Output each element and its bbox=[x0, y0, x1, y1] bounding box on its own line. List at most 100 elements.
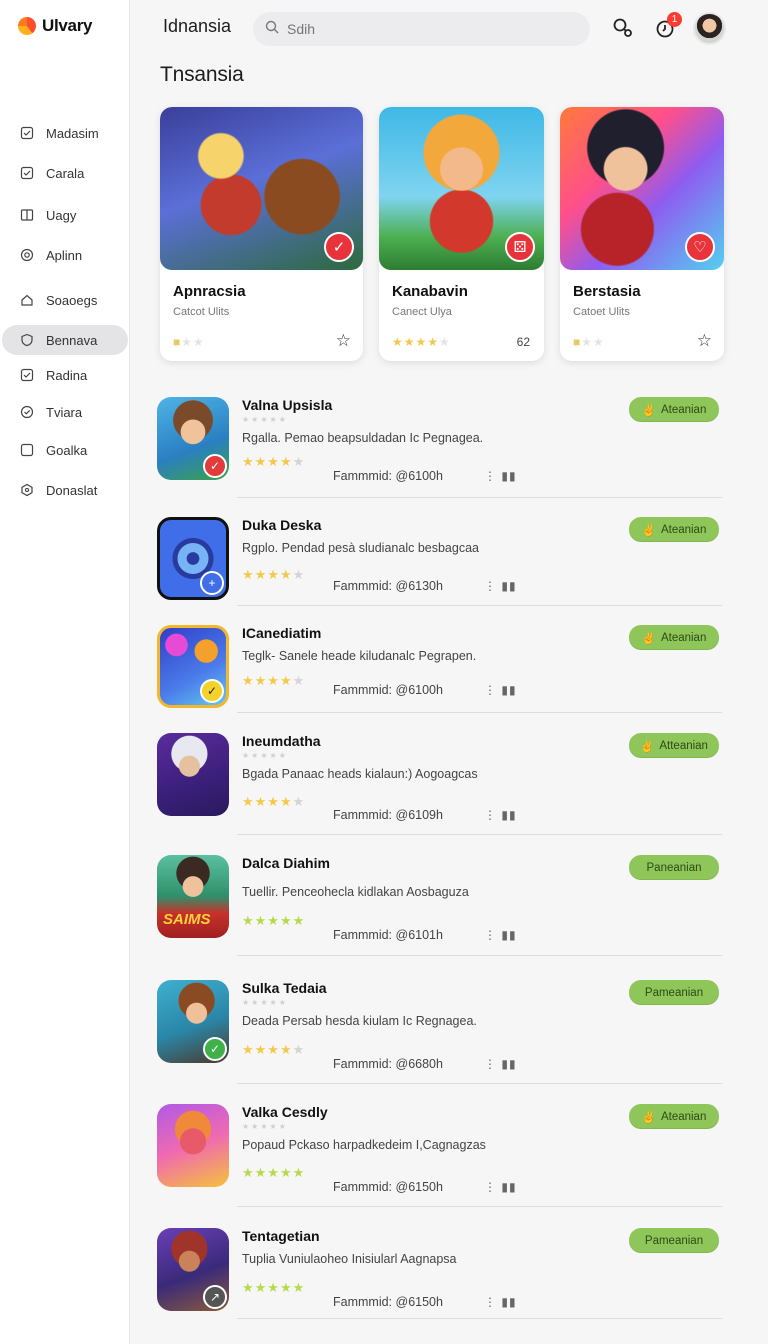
rating-dots: ★★★★★ bbox=[242, 415, 288, 424]
sidebar-item-0[interactable]: Madasim bbox=[2, 118, 128, 148]
avatar[interactable] bbox=[693, 12, 726, 45]
install-button-label: Paneanian bbox=[646, 861, 702, 874]
app-meta: Fammmid: @6150h bbox=[333, 1180, 443, 1194]
app-description: Rgalla. Pemao beapsuldadan Ic Pegnagea. bbox=[242, 431, 484, 445]
more-icon[interactable]: ⋮ ▮▮ bbox=[484, 1057, 517, 1071]
sidebar-item-label: Goalka bbox=[46, 442, 88, 458]
sidebar-item-4[interactable]: Soaoegs bbox=[2, 285, 128, 315]
rating-stars: ★★★★★ bbox=[392, 335, 451, 349]
divider bbox=[237, 497, 722, 498]
sidebar-item-6[interactable]: Radina bbox=[2, 360, 128, 390]
app-title: Dalca Diahim bbox=[242, 855, 330, 871]
rating-dots: ★★★★★ bbox=[242, 751, 288, 760]
featured-card[interactable]: ♡ Berstasia Catoet Ulits ■★★ ☆ bbox=[560, 107, 724, 361]
game-logo-text: SAIMS bbox=[163, 911, 211, 928]
app-description: Tuplia Vuniulaoheo Inisiularl Aagnapsa bbox=[242, 1252, 457, 1266]
app-icon bbox=[157, 733, 229, 816]
app-description: Teglk- Sanele heade kiludanalc Pegrapen. bbox=[242, 649, 477, 663]
install-button[interactable]: ✌ Ateanian bbox=[629, 397, 719, 422]
game-artwork: ♡ bbox=[560, 107, 724, 270]
app-title: ICanediatim bbox=[242, 625, 322, 641]
sidebar-item-5[interactable]: Bennava bbox=[2, 325, 128, 355]
favorite-star-icon[interactable]: ☆ bbox=[697, 331, 712, 351]
install-button-label: Pameanian bbox=[644, 1234, 704, 1247]
rating-count: 62 bbox=[516, 335, 530, 349]
card-title: Berstasia bbox=[573, 283, 641, 300]
thumb-icon: ✌ bbox=[641, 524, 656, 537]
rating-stars: ★★★★★ bbox=[242, 913, 306, 928]
install-button[interactable]: ✌ Ateanian bbox=[629, 625, 719, 650]
app-meta: Fammmid: @6680h bbox=[333, 1057, 443, 1071]
install-button-label: Ateanian bbox=[660, 631, 707, 644]
section-title: Tnsansia bbox=[160, 63, 244, 86]
featured-card[interactable]: ⚄ Kanabavin Canect Ulya ★★★★★ 62 bbox=[379, 107, 544, 361]
install-button[interactable]: Pameanian bbox=[629, 980, 719, 1005]
dice-icon: ⚄ bbox=[505, 232, 535, 262]
more-icon[interactable]: ⋮ ▮▮ bbox=[484, 808, 517, 822]
game-artwork: ⚄ bbox=[379, 107, 544, 270]
app-title: Valka Cesdly bbox=[242, 1104, 328, 1120]
search-bar[interactable] bbox=[253, 12, 590, 46]
rating-stars: ★★★★★ bbox=[242, 454, 306, 469]
brand[interactable]: Ulvary bbox=[18, 16, 92, 36]
search-input[interactable] bbox=[287, 21, 567, 37]
app-description: Bgada Panaac heads kialaun:) Aogoagcas bbox=[242, 767, 478, 781]
more-icon[interactable]: ⋮ ▮▮ bbox=[484, 469, 517, 483]
sidebar-item-9[interactable]: Donaslat bbox=[2, 475, 128, 505]
sidebar-item-1[interactable]: Carala bbox=[2, 158, 128, 188]
app-meta: Fammmid: @6100h bbox=[333, 683, 443, 697]
card-subtitle: Catoet Ulits bbox=[573, 306, 630, 318]
app-icon: ↗ bbox=[157, 1228, 229, 1311]
sidebar-item-label: Bennava bbox=[46, 332, 98, 348]
target-icon bbox=[20, 248, 34, 262]
app-icon: ✓ bbox=[157, 397, 229, 480]
page-header-title: Idnansia bbox=[163, 16, 232, 36]
search-icon[interactable] bbox=[611, 16, 635, 40]
thumb-icon: ✌ bbox=[641, 632, 656, 645]
rating-dots: ★★★★★ bbox=[242, 998, 288, 1007]
sidebar-item-label: Soaoegs bbox=[46, 292, 98, 308]
app-title: Sulka Tedaia bbox=[242, 980, 327, 996]
sidebar-item-7[interactable]: Tviara bbox=[2, 397, 128, 427]
sidebar-item-3[interactable]: Aplinn bbox=[2, 240, 128, 270]
install-button[interactable]: Paneanian bbox=[629, 855, 719, 880]
favorite-star-icon[interactable]: ☆ bbox=[336, 331, 351, 351]
sidebar-item-8[interactable]: Goalka bbox=[2, 435, 128, 465]
install-button-label: Ateanian bbox=[660, 1110, 707, 1123]
app-description: Tuellir. Penceohecla kidlakan Aosbaguza bbox=[242, 885, 469, 899]
more-icon[interactable]: ⋮ ▮▮ bbox=[484, 579, 517, 593]
rating-stars: ★★★★★ bbox=[242, 1280, 306, 1295]
rating-stars: ★★★★★ bbox=[242, 567, 306, 582]
sidebar-item-2[interactable]: Uagy bbox=[2, 200, 128, 230]
thumb-icon: ✌ bbox=[641, 1111, 656, 1124]
more-icon[interactable]: ⋮ ▮▮ bbox=[484, 683, 517, 697]
search-icon bbox=[265, 20, 279, 39]
app-icon: + bbox=[157, 517, 229, 600]
rating-stars: ■★★ bbox=[173, 335, 205, 349]
app-icon: ✓ bbox=[157, 625, 229, 708]
install-button[interactable]: Pameanian bbox=[629, 1228, 719, 1253]
check-circle-icon bbox=[20, 405, 34, 419]
sidebar-item-label: Radina bbox=[46, 367, 88, 383]
card-subtitle: Canect Ulya bbox=[392, 306, 452, 318]
more-icon[interactable]: ⋮ ▮▮ bbox=[484, 1180, 517, 1194]
brand-logo-icon bbox=[18, 17, 36, 35]
more-icon[interactable]: ⋮ ▮▮ bbox=[484, 928, 517, 942]
install-button[interactable]: ✌ Atteanian bbox=[629, 733, 719, 758]
sidebar-item-label: Tviara bbox=[46, 404, 83, 420]
app-meta: Fammmid: @6150h bbox=[333, 1295, 443, 1309]
install-button[interactable]: ✌ Ateanian bbox=[629, 517, 719, 542]
app-icon bbox=[157, 1104, 229, 1187]
install-button[interactable]: ✌ Ateanian bbox=[629, 1104, 719, 1129]
card-title: Apnracsia bbox=[173, 283, 246, 300]
check-icon: ✓ bbox=[200, 679, 224, 703]
featured-card[interactable]: ✓ Apnracsia Catcot Ulits ■★★ ☆ bbox=[160, 107, 363, 361]
sidebar-item-label: Madasim bbox=[46, 125, 99, 141]
more-icon[interactable]: ⋮ ▮▮ bbox=[484, 1295, 517, 1309]
rating-stars: ★★★★★ bbox=[242, 673, 306, 688]
rating-stars: ★★★★★ bbox=[242, 1165, 306, 1180]
shield-icon bbox=[20, 333, 34, 347]
rating-stars: ★★★★★ bbox=[242, 1042, 306, 1057]
thumb-icon: ✌ bbox=[640, 740, 655, 753]
app-icon: ✓ bbox=[157, 980, 229, 1063]
